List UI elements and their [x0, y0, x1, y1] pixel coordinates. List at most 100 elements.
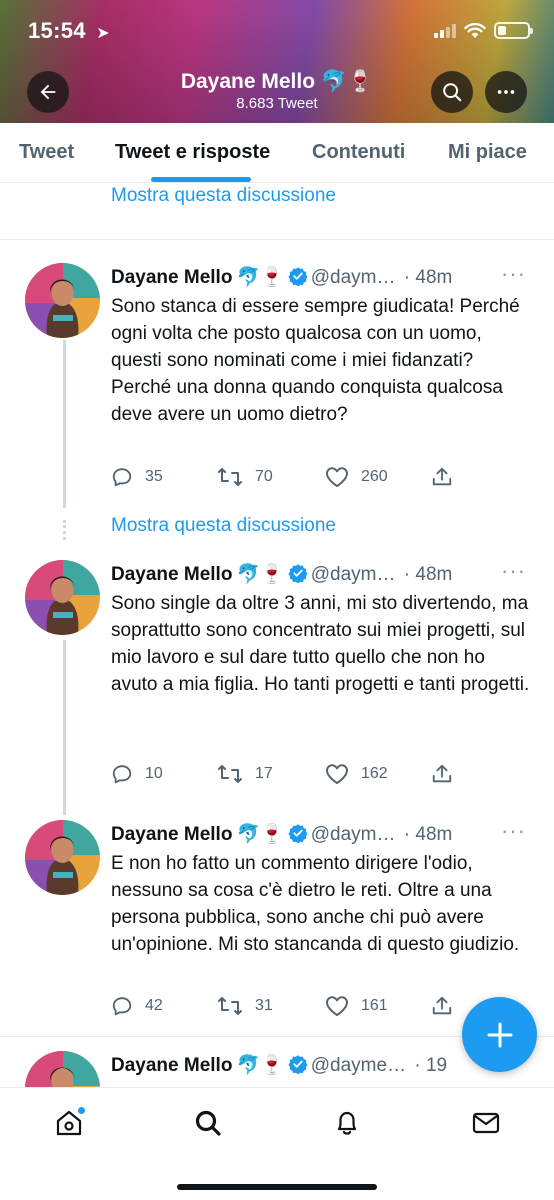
messages-icon: [472, 1112, 500, 1134]
like-button[interactable]: 161: [325, 995, 388, 1017]
tweet-time: · 19: [414, 1055, 448, 1076]
home-tab[interactable]: [52, 1106, 86, 1140]
avatar[interactable]: [25, 560, 100, 635]
cellular-signal-icon: [434, 23, 456, 38]
share-button[interactable]: [431, 995, 453, 1017]
tweet[interactable]: Dayane Mello 🐬🍷 @daym… · 48m ··· Sono sing…: [0, 558, 554, 800]
author-handle: @daym…: [310, 267, 396, 288]
active-tab-indicator: [151, 177, 251, 182]
tweet-more-icon[interactable]: ···: [501, 261, 526, 287]
verified-badge-icon: [288, 824, 308, 843]
author-handle: @dayme…: [310, 1055, 407, 1076]
status-time: 15:54: [28, 18, 86, 43]
tweet-time: · 48m: [403, 267, 453, 288]
reply-button[interactable]: 42: [111, 995, 163, 1017]
messages-tab[interactable]: [469, 1106, 503, 1140]
reply-button[interactable]: 10: [111, 763, 163, 785]
like-button[interactable]: 162: [325, 763, 388, 785]
avatar[interactable]: [25, 1051, 100, 1087]
author-handle: @daym…: [310, 824, 396, 845]
divider: [0, 239, 554, 240]
show-thread-link[interactable]: Mostra questa discussione: [111, 185, 336, 207]
tweet-time: · 48m: [403, 564, 453, 585]
tab-mi-piace[interactable]: Mi piace: [448, 141, 527, 164]
tweet-actions: 35 70 260: [111, 466, 471, 492]
tweet-actions: 42 31 161: [111, 995, 471, 1021]
avatar[interactable]: [25, 263, 100, 338]
profile-header: 15:54 ➤ Dayane Mello 🐬🍷 8.683 Tweet: [0, 0, 554, 123]
verified-badge-icon: [288, 267, 308, 286]
like-button[interactable]: 260: [325, 466, 388, 488]
like-count: 162: [361, 765, 388, 782]
tweet[interactable]: Dayane Mello 🐬🍷 @daym… · 48m ··· Sono stan…: [0, 261, 554, 493]
tab-tweet[interactable]: Tweet: [19, 141, 74, 164]
author-emoji: 🐬🍷: [236, 267, 284, 288]
retweet-icon: [218, 997, 242, 1015]
share-button[interactable]: [431, 763, 453, 785]
tweet-time: · 48m: [403, 824, 453, 845]
search-button[interactable]: [431, 71, 473, 113]
author-name[interactable]: Dayane Mello: [111, 1055, 232, 1076]
retweet-count: 31: [255, 997, 273, 1014]
author-name[interactable]: Dayane Mello: [111, 824, 232, 845]
author-emoji: 🐬🍷: [236, 824, 284, 845]
wifi-icon: [464, 22, 486, 38]
reply-count: 35: [145, 468, 163, 485]
reply-icon: [112, 997, 132, 1016]
new-content-dot: [78, 1107, 85, 1114]
search-icon: [195, 1110, 221, 1136]
author-emoji: 🐬🍷: [236, 564, 284, 585]
verified-badge-icon: [288, 1055, 308, 1074]
reply-count: 42: [145, 997, 163, 1014]
share-icon: [432, 764, 452, 783]
reply-count: 10: [145, 765, 163, 782]
profile-tabs: Tweet Tweet e risposte Contenuti Mi piac…: [0, 123, 554, 183]
retweet-button[interactable]: 31: [217, 995, 273, 1017]
author-name[interactable]: Dayane Mello: [111, 267, 232, 288]
home-indicator: [177, 1184, 377, 1190]
plus-icon: [487, 1022, 512, 1047]
retweet-count: 70: [255, 468, 273, 485]
author-name[interactable]: Dayane Mello: [111, 564, 232, 585]
share-icon: [432, 467, 452, 486]
heart-icon: [326, 996, 348, 1016]
tweet-text: Sono single da oltre 3 anni, mi sto dive…: [111, 593, 530, 695]
tweet-actions: 10 17 162: [111, 763, 471, 789]
tweet-text: E non ho fatto un commento dirigere l'od…: [111, 853, 520, 955]
avatar[interactable]: [25, 820, 100, 895]
heart-icon: [326, 764, 348, 784]
author-emoji: 🐬🍷: [236, 1055, 284, 1076]
heart-icon: [326, 467, 348, 487]
show-thread-link[interactable]: Mostra questa discussione: [111, 515, 336, 537]
retweet-button[interactable]: 17: [217, 763, 273, 785]
retweet-button[interactable]: 70: [217, 466, 273, 488]
reply-icon: [112, 765, 132, 784]
tab-contenuti[interactable]: Contenuti: [312, 141, 405, 164]
retweet-icon: [218, 468, 242, 486]
search-tab[interactable]: [191, 1106, 225, 1140]
author-handle: @daym…: [310, 564, 396, 585]
tweet[interactable]: Dayane Mello 🐬🍷 @daym… · 48m ··· E non ho …: [0, 818, 554, 1021]
like-count: 161: [361, 997, 388, 1014]
reply-button[interactable]: 35: [111, 466, 163, 488]
thread-gap: [63, 520, 66, 540]
tweet-text: Sono stanca di essere sempre giudicata! …: [111, 296, 520, 425]
retweet-icon: [218, 765, 242, 783]
more-options-button[interactable]: [485, 71, 527, 113]
retweet-count: 17: [255, 765, 273, 782]
location-arrow-icon: ➤: [96, 25, 110, 42]
reply-icon: [112, 468, 132, 487]
tab-tweet-e-risposte[interactable]: Tweet e risposte: [115, 141, 270, 164]
tweet-more-icon[interactable]: ···: [501, 558, 526, 584]
share-button[interactable]: [431, 466, 453, 488]
search-icon: [443, 83, 462, 102]
tweet-more-icon[interactable]: ···: [501, 818, 526, 844]
status-bar: 15:54 ➤: [28, 18, 533, 48]
compose-tweet-button[interactable]: [462, 997, 537, 1072]
battery-icon: [494, 22, 533, 39]
notifications-icon: [337, 1111, 357, 1135]
notifications-tab[interactable]: [330, 1106, 364, 1140]
share-icon: [432, 996, 452, 1015]
like-count: 260: [361, 468, 388, 485]
more-horizontal-icon: [497, 90, 515, 94]
